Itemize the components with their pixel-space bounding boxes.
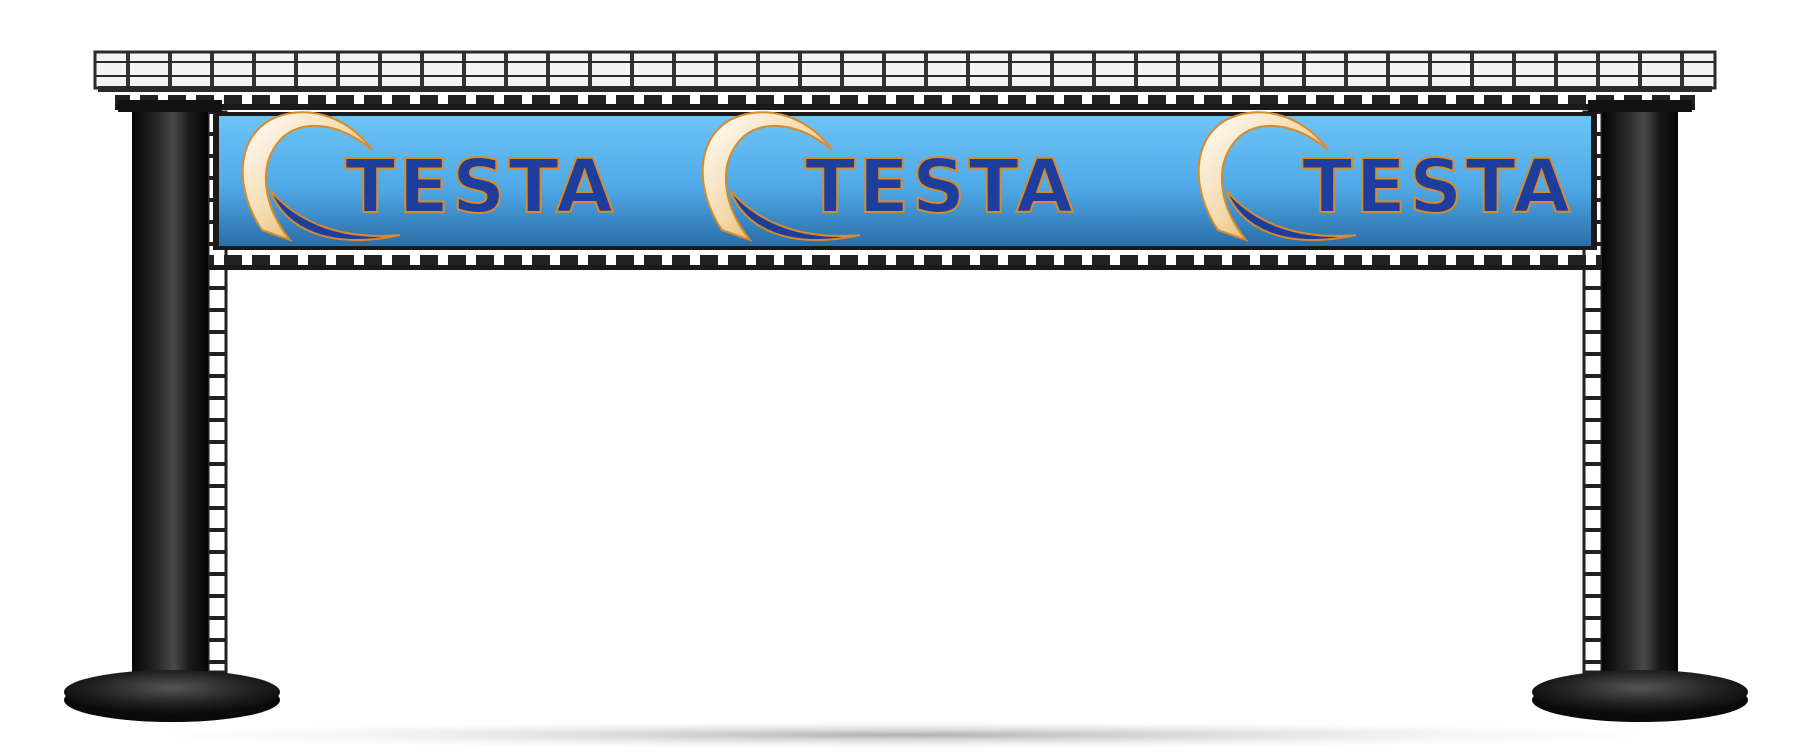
gantry-illustration: TESTA TESTA TESTA <box>45 50 1765 751</box>
ground-shadow <box>45 719 1765 751</box>
top-truss <box>93 50 1717 110</box>
logo-word-2: TESTA <box>805 144 1076 230</box>
logo-word-3: TESTA <box>1302 144 1573 230</box>
right-pillar <box>1588 100 1692 688</box>
logo-word-1: TESTA <box>345 144 616 230</box>
left-pillar <box>118 100 222 688</box>
left-base <box>64 670 280 722</box>
right-base <box>1532 670 1748 722</box>
banner: TESTA TESTA TESTA <box>213 111 1597 250</box>
gantry-scene: TESTA TESTA TESTA <box>0 0 1810 756</box>
lower-truss <box>208 255 1602 270</box>
